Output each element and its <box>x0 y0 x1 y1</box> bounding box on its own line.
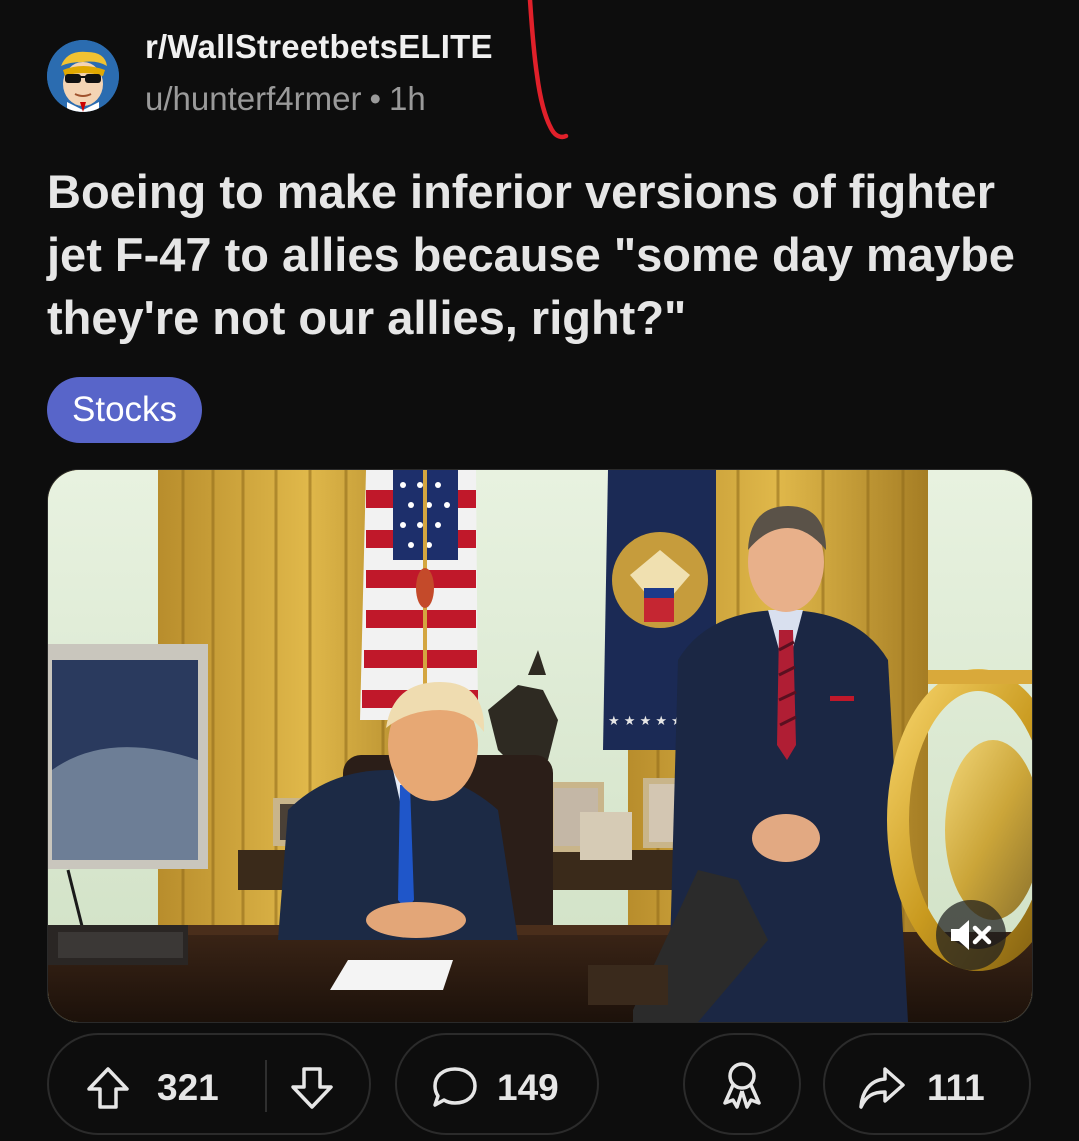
share-button[interactable]: 111 <box>823 1033 1031 1135</box>
comment-count: 149 <box>497 1067 559 1108</box>
speaker-muted-icon <box>951 920 992 950</box>
comments-button[interactable]: 149 <box>395 1033 599 1135</box>
subreddit-avatar[interactable] <box>47 40 119 112</box>
downvote-button[interactable] <box>289 1065 335 1116</box>
vote-divider <box>265 1060 267 1112</box>
post-title[interactable]: Boeing to make inferior versions of figh… <box>47 160 1037 349</box>
vote-control: 321 <box>47 1033 371 1135</box>
subreddit-name[interactable]: r/WallStreetbetsELITE <box>145 28 493 66</box>
upvote-button[interactable] <box>85 1065 131 1116</box>
meta-separator: • <box>369 80 381 117</box>
share-count: 111 <box>927 1067 985 1108</box>
mute-toggle-button[interactable] <box>936 900 1006 970</box>
post-age: 1h <box>389 80 426 117</box>
post-header: r/WallStreetbetsELITE u/hunterf4rmer • 1h <box>47 28 947 128</box>
sunglasses-character-icon <box>47 40 119 112</box>
vote-count: 321 <box>157 1067 219 1108</box>
award-button[interactable] <box>683 1033 801 1135</box>
award-ribbon-icon <box>723 1062 761 1109</box>
comment-bubble-icon <box>431 1064 479 1115</box>
share-arrow-icon <box>857 1065 907 1116</box>
post-meta: u/hunterf4rmer • 1h <box>145 80 426 118</box>
video-frame: ★ ★ ★ ★ ★ ★ ★ <box>48 470 1032 1022</box>
flair-badge[interactable]: Stocks <box>47 377 203 443</box>
video-player[interactable]: ★ ★ ★ ★ ★ ★ ★ <box>47 469 1033 1023</box>
downvote-arrow-icon <box>291 1067 333 1109</box>
upvote-arrow-icon <box>87 1067 129 1109</box>
author-link[interactable]: u/hunterf4rmer <box>145 80 361 117</box>
reddit-post-card: r/WallStreetbetsELITE u/hunterf4rmer • 1h … <box>0 0 1079 1141</box>
post-action-bar: 321 149 111 <box>47 1033 1031 1137</box>
